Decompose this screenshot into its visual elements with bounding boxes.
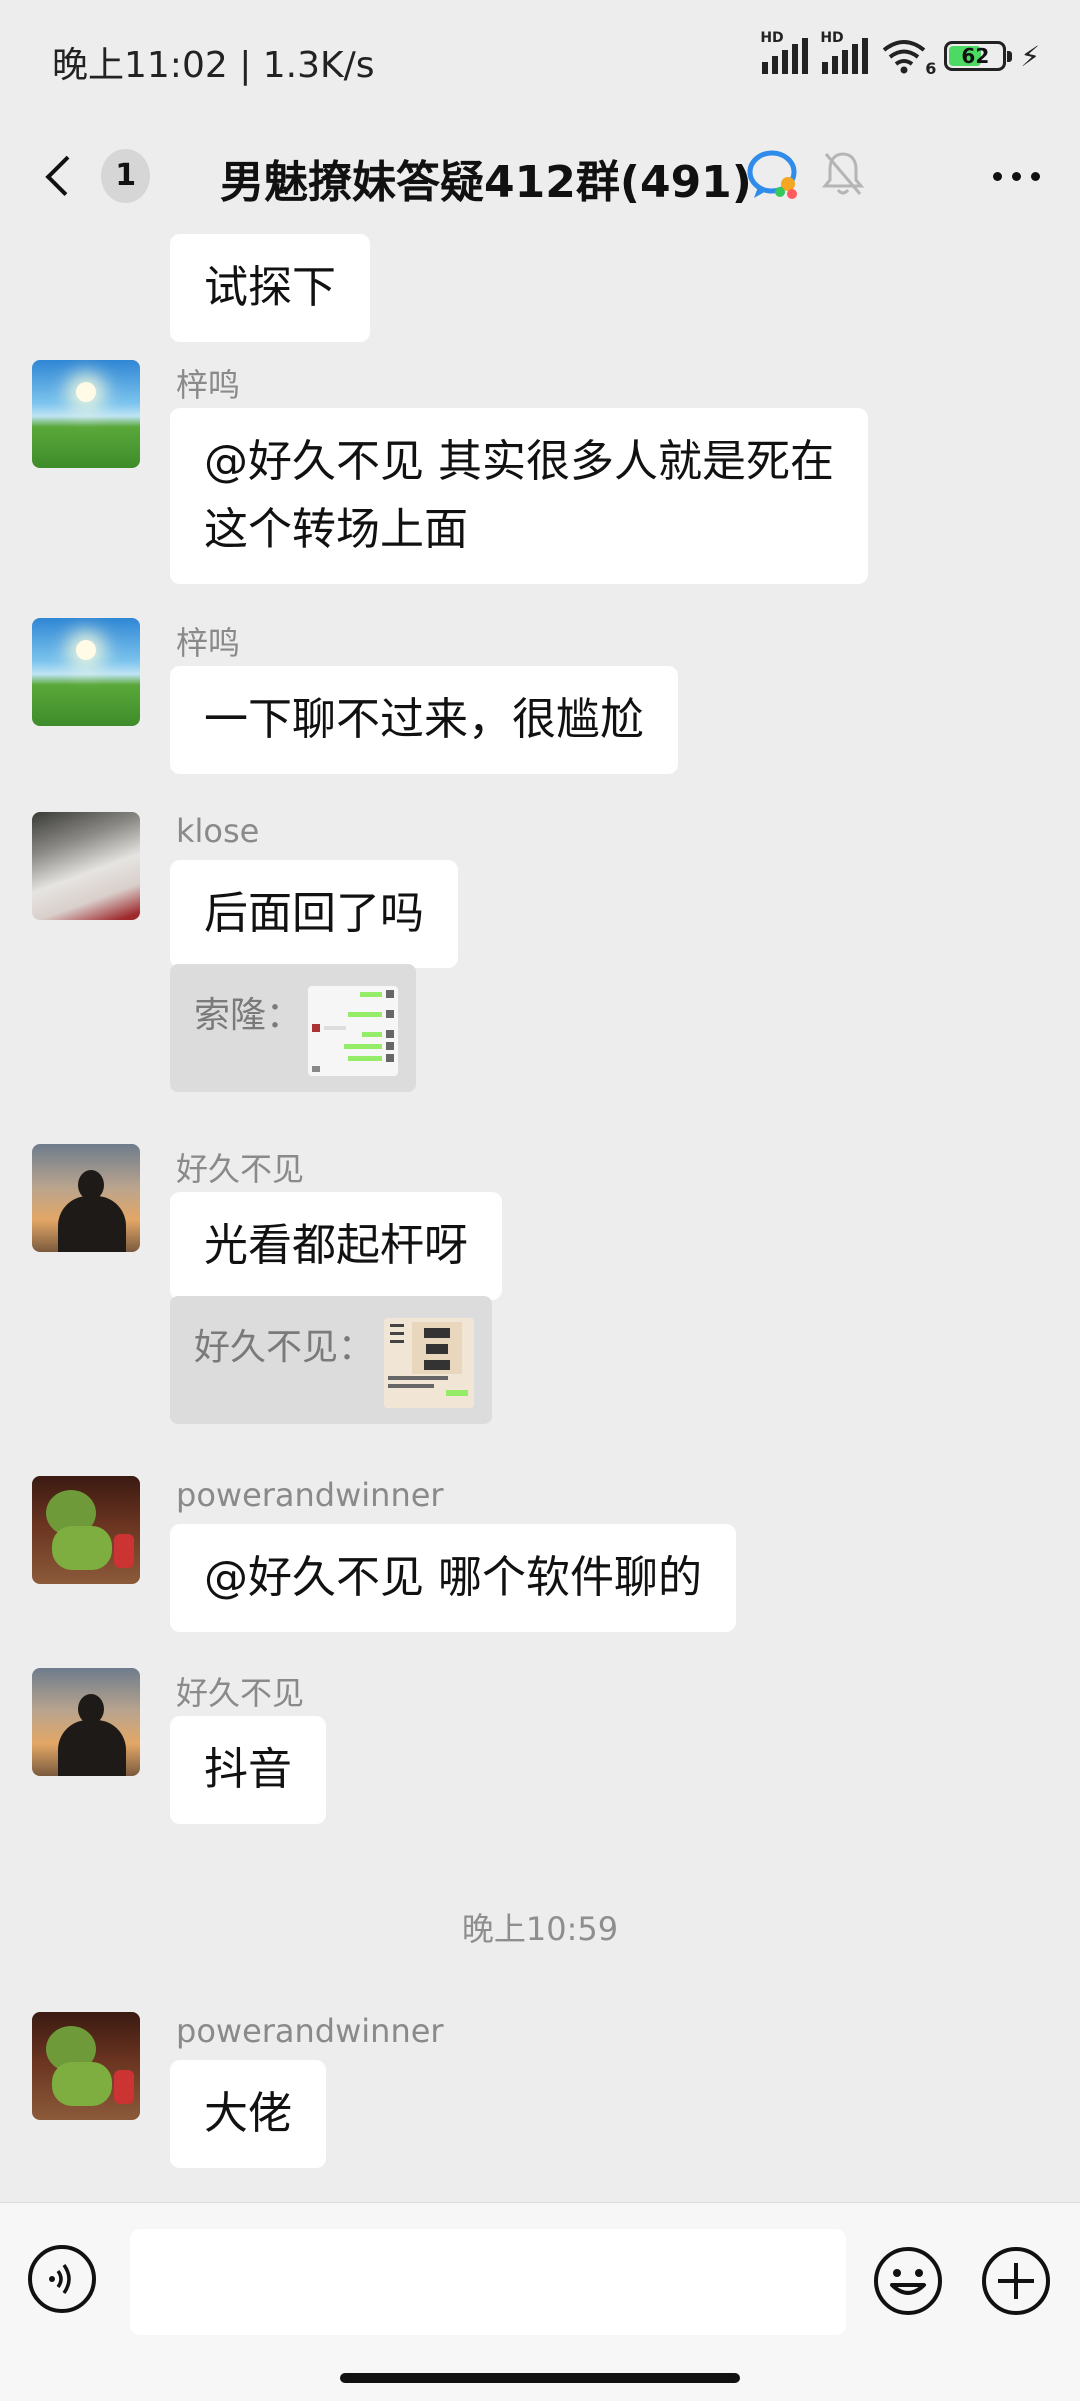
avatar[interactable] (32, 1144, 140, 1252)
message-list[interactable]: 试探下 梓鸣 @好久不见 其实很多人就是死在 这个转场上面 梓鸣 一下聊不过来，… (0, 232, 1080, 2202)
time-separator: 晚上10:59 (461, 1910, 619, 1948)
avatar[interactable] (32, 360, 140, 468)
message-bubble[interactable]: 一下聊不过来，很尴尬 (170, 666, 678, 774)
home-indicator[interactable] (340, 2373, 740, 2383)
signal-hd-label-2: HD (820, 30, 844, 46)
more-icon-dot (1031, 172, 1040, 181)
avatar[interactable] (32, 618, 140, 726)
message-line: @好久不见 其实很多人就是死在 (204, 436, 834, 487)
signal-icon: HD (760, 30, 809, 74)
message-bubble[interactable]: 试探下 (170, 234, 370, 342)
back-button[interactable]: 1 (40, 142, 150, 210)
bell-off-icon (821, 152, 865, 195)
battery-icon: 62 (944, 41, 1013, 71)
unread-badge: 1 (101, 149, 150, 203)
sender-name: powerandwinner (176, 2012, 444, 2050)
quote-sender: 好久不见： (194, 1327, 375, 1368)
chat-title[interactable]: 男魅撩妹答疑412群(491) (220, 146, 752, 210)
sender-name: klose (176, 812, 260, 850)
chevron-left-icon (45, 155, 86, 197)
sender-name: 好久不见 (176, 1150, 305, 1188)
sender-name: powerandwinner (176, 1476, 444, 1514)
plus-icon[interactable] (980, 2245, 1052, 2317)
chat-header: 1 男魅撩妹答疑412群(491) (0, 120, 1080, 232)
quoted-message[interactable]: 好久不见： (170, 1296, 492, 1424)
emoji-icon[interactable] (872, 2245, 944, 2317)
voice-button[interactable] (28, 2245, 96, 2313)
status-icons: HD HD 6 62 ⚡ (760, 30, 1040, 78)
message-line: 这个转场上面 (204, 504, 468, 555)
avatar[interactable] (32, 2012, 140, 2120)
status-bar: 晚上11:02 | 1.3K/s HD HD 6 62 ⚡ (0, 0, 1080, 120)
more-button[interactable] (993, 172, 1040, 181)
quote-thumbnail (308, 986, 398, 1076)
avatar[interactable] (32, 1476, 140, 1584)
sender-name: 梓鸣 (176, 366, 241, 404)
battery-level: 62 (961, 44, 990, 68)
chat-bubble-icon (747, 150, 797, 199)
message-bubble[interactable]: 后面回了吗 (170, 860, 458, 968)
more-icon-dot (993, 172, 1002, 181)
quoted-message[interactable]: 索隆： (170, 964, 416, 1092)
message-input[interactable] (130, 2229, 846, 2335)
more-icon-dot (1012, 172, 1021, 181)
quote-thumbnail (384, 1318, 474, 1408)
wifi-label: 6 (925, 59, 937, 78)
avatar[interactable] (32, 812, 140, 920)
charging-icon: ⚡ (1020, 39, 1040, 73)
signal-icon-2: HD (820, 30, 869, 74)
message-bubble[interactable]: 抖音 (170, 1716, 326, 1824)
wifi-icon: 6 (882, 38, 936, 78)
signal-hd-label: HD (760, 30, 784, 46)
voice-icon (49, 2263, 71, 2295)
quote-sender: 索隆： (194, 995, 303, 1036)
message-bubble[interactable]: @好久不见 哪个软件聊的 (170, 1524, 736, 1632)
status-time: 晚上11:02 | 1.3K/s (52, 45, 375, 86)
sender-name: 好久不见 (176, 1674, 305, 1712)
input-bar (0, 2202, 1080, 2401)
avatar[interactable] (32, 1668, 140, 1776)
message-bubble[interactable]: 大佬 (170, 2060, 326, 2168)
sender-name: 梓鸣 (176, 624, 241, 662)
message-bubble[interactable]: 光看都起杆呀 (170, 1192, 502, 1300)
message-bubble[interactable]: @好久不见 其实很多人就是死在 这个转场上面 (170, 408, 868, 584)
